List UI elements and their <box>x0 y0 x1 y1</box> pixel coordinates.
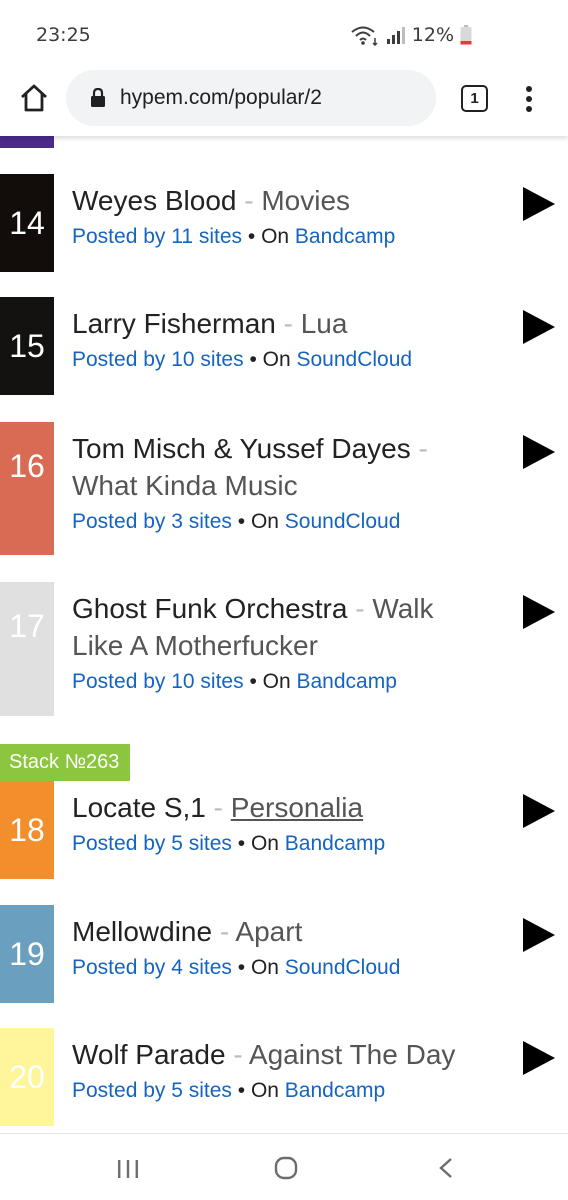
battery-percent: 12% <box>411 24 454 46</box>
on-label: • On <box>231 956 285 979</box>
artist-name: Larry Fisherman <box>72 308 276 339</box>
song-name: Lua <box>300 308 348 339</box>
source-link[interactable]: SoundCloud <box>296 348 412 371</box>
artist-name: Wolf Parade <box>72 1039 226 1070</box>
posted-by-link[interactable]: Posted by 3 sites <box>72 510 232 533</box>
track-title[interactable]: Locate S,1 - Personalia <box>72 789 487 826</box>
song-name: Apart <box>235 916 303 947</box>
battery-icon <box>460 25 472 45</box>
on-label: • On <box>231 1079 285 1102</box>
track-item: 16 Tom Misch & Yussef Dayes - What Kinda… <box>0 422 568 555</box>
title-separator: - <box>347 593 373 624</box>
source-link[interactable]: SoundCloud <box>285 510 401 533</box>
play-icon[interactable] <box>522 309 556 345</box>
title-separator: - <box>410 433 428 464</box>
artist-name: Tom Misch & Yussef Dayes <box>72 433 411 464</box>
play-icon[interactable] <box>522 434 556 470</box>
artist-name: Mellowdine <box>72 916 213 947</box>
rank-badge: 19 <box>0 905 54 1003</box>
on-label: • On <box>231 510 285 533</box>
rank-badge: 17 <box>0 582 54 716</box>
previous-rank-stub <box>0 136 54 148</box>
artist-name: Ghost Funk Orchestra <box>72 593 348 624</box>
artist-name: Locate S,1 <box>72 792 206 823</box>
posted-by-link[interactable]: Posted by 5 sites <box>72 1079 232 1102</box>
song-name: Against The Day <box>248 1039 456 1070</box>
track-title[interactable]: Ghost Funk Orchestra - Walk Like A Mothe… <box>72 590 487 664</box>
play-icon[interactable] <box>522 793 556 829</box>
more-vert-icon[interactable] <box>520 84 538 114</box>
tab-switcher-button[interactable]: 1 <box>461 85 488 112</box>
on-label: • On <box>243 348 297 371</box>
track-meta: Posted by 4 sites • On SoundCloud <box>72 956 487 980</box>
wifi-icon <box>351 26 378 46</box>
song-name: Personalia <box>230 792 364 823</box>
play-icon[interactable] <box>522 594 556 630</box>
play-icon[interactable] <box>522 917 556 953</box>
status-icons: 12% <box>350 24 472 46</box>
track-title[interactable]: Wolf Parade - Against The Day <box>72 1036 487 1073</box>
rank-badge: 20 <box>0 1028 54 1126</box>
source-link[interactable]: Bandcamp <box>295 225 395 248</box>
play-icon[interactable] <box>522 186 556 222</box>
back-icon[interactable] <box>438 1157 454 1179</box>
track-item: 19 Mellowdine - Apart Posted by 4 sites … <box>0 905 568 1003</box>
home-circle-icon[interactable] <box>274 1156 298 1180</box>
status-time: 23:25 <box>36 24 91 46</box>
track-meta: Posted by 5 sites • On Bandcamp <box>72 832 487 856</box>
lock-icon <box>91 88 105 107</box>
track-item: 18 Locate S,1 - Personalia Posted by 5 s… <box>0 781 568 879</box>
track-meta: Posted by 11 sites • On Bandcamp <box>72 225 487 249</box>
source-link[interactable]: Bandcamp <box>285 1079 385 1102</box>
browser-toolbar: hypem.com/popular/2 1 <box>0 62 568 136</box>
track-title[interactable]: Larry Fisherman - Lua <box>72 305 487 342</box>
on-label: • On <box>231 832 285 855</box>
on-label: • On <box>243 670 297 693</box>
posted-by-link[interactable]: Posted by 10 sites <box>72 348 244 371</box>
address-bar[interactable]: hypem.com/popular/2 <box>66 70 436 126</box>
track-meta: Posted by 10 sites • On Bandcamp <box>72 670 487 694</box>
track-meta: Posted by 10 sites • On SoundCloud <box>72 348 487 372</box>
track-item: 14 Weyes Blood - Movies Posted by 11 sit… <box>0 174 568 272</box>
posted-by-link[interactable]: Posted by 11 sites <box>72 225 242 248</box>
track-item: 20 Wolf Parade - Against The Day Posted … <box>0 1028 568 1126</box>
song-name: Movies <box>261 185 351 216</box>
source-link[interactable]: Bandcamp <box>285 832 385 855</box>
play-icon[interactable] <box>522 1040 556 1076</box>
title-separator: - <box>225 1039 249 1070</box>
on-label: • On <box>242 225 295 248</box>
rank-badge: 15 <box>0 297 54 395</box>
system-nav-bar <box>0 1133 568 1200</box>
song-name: What Kinda Music <box>72 470 298 501</box>
track-title[interactable]: Mellowdine - Apart <box>72 913 487 950</box>
signal-icon <box>386 27 405 44</box>
track-item: 17 Ghost Funk Orchestra - Walk Like A Mo… <box>0 582 568 716</box>
artist-name: Weyes Blood <box>72 185 237 216</box>
title-separator: - <box>212 916 236 947</box>
track-meta: Posted by 3 sites • On SoundCloud <box>72 510 487 534</box>
posted-by-link[interactable]: Posted by 5 sites <box>72 832 232 855</box>
stack-badge[interactable]: Stack №263 <box>0 744 131 781</box>
title-separator: - <box>205 792 231 823</box>
track-meta: Posted by 5 sites • On Bandcamp <box>72 1079 487 1103</box>
rank-badge: 16 <box>0 422 54 555</box>
rank-badge: 18 <box>0 781 54 879</box>
track-title[interactable]: Tom Misch & Yussef Dayes - What Kinda Mu… <box>72 430 487 504</box>
popular-track-list: 14 Weyes Blood - Movies Posted by 11 sit… <box>0 136 568 1133</box>
title-separator: - <box>236 185 262 216</box>
posted-by-link[interactable]: Posted by 4 sites <box>72 956 232 979</box>
posted-by-link[interactable]: Posted by 10 sites <box>72 670 244 693</box>
source-link[interactable]: SoundCloud <box>285 956 401 979</box>
home-icon[interactable] <box>18 82 50 114</box>
track-title[interactable]: Weyes Blood - Movies <box>72 182 487 219</box>
rank-badge: 14 <box>0 174 54 272</box>
track-item: 15 Larry Fisherman - Lua Posted by 10 si… <box>0 297 568 395</box>
title-separator: - <box>275 308 301 339</box>
recent-apps-icon[interactable] <box>117 1160 139 1178</box>
url-text: hypem.com/popular/2 <box>120 86 322 109</box>
source-link[interactable]: Bandcamp <box>296 670 396 693</box>
status-bar: 23:25 12% <box>0 0 568 62</box>
